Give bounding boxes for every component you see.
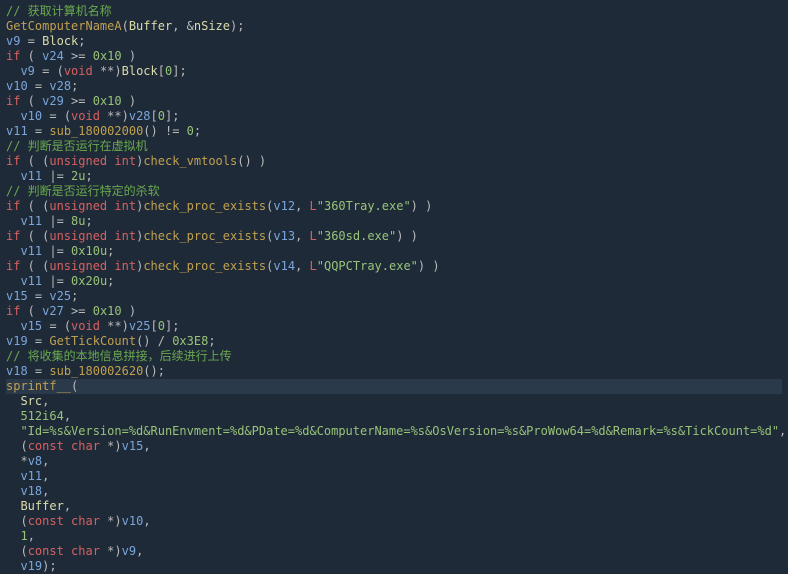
comment-line: // 获取计算机名称 (6, 4, 112, 18)
hex-literal: 0x10 (93, 94, 122, 108)
var-v9: v9 (122, 544, 136, 558)
kw-void: void (71, 109, 100, 123)
var-v10: v10 (20, 109, 42, 123)
var-v19: v19 (6, 334, 28, 348)
kw-char: char (71, 514, 100, 528)
id-nsize: nSize (194, 19, 230, 33)
var-v11: v11 (6, 124, 28, 138)
var-v10: v10 (122, 514, 144, 528)
code-listing: // 获取计算机名称 GetComputerNameA(Buffer, &nSi… (0, 0, 788, 574)
num-literal: 0 (158, 109, 165, 123)
id-block: Block (42, 34, 78, 48)
hex-literal: 0x3E8 (172, 334, 208, 348)
fn-check-vmtools: check_vmtools (143, 154, 237, 168)
fn-sprintf: sprintf__ (6, 379, 71, 393)
fmt-string: "Id=%s&Version=%d&RunEnvment=%d&PDate=%d… (20, 424, 779, 438)
var-v15: v15 (20, 319, 42, 333)
num-literal: 0 (158, 319, 165, 333)
var-v19: v19 (20, 559, 42, 573)
id-block: Block (122, 64, 158, 78)
comment-line: // 将收集的本地信息拼接，后续进行上传 (6, 349, 232, 363)
num-literal: 0 (187, 124, 194, 138)
kw-const: const (28, 439, 64, 453)
var-v27: v27 (42, 304, 64, 318)
kw-void: void (64, 64, 93, 78)
kw-int: int (114, 154, 136, 168)
fn-sub1: sub_180002000 (49, 124, 143, 138)
var-v11: v11 (20, 274, 42, 288)
comment-line: // 判断是否运行特定的杀软 (6, 184, 160, 198)
hex-literal: 0x10u (71, 244, 107, 258)
fn-sub2: sub_180002620 (49, 364, 143, 378)
num-literal: 8u (71, 214, 85, 228)
kw-if: if (6, 229, 20, 243)
id-buffer: Buffer (20, 499, 63, 513)
hex-literal: 0x20u (71, 274, 107, 288)
comment-line: // 判断是否运行在虚拟机 (6, 139, 148, 153)
var-v25: v25 (49, 289, 71, 303)
fn-getcomputernamea: GetComputerNameA (6, 19, 122, 33)
str-literal: "360sd.exe" (317, 229, 396, 243)
var-v9: v9 (20, 64, 34, 78)
kw-if: if (6, 259, 20, 273)
fn-check-proc-exists: check_proc_exists (143, 229, 266, 243)
kw-int: int (114, 199, 136, 213)
kw-if: if (6, 154, 20, 168)
var-v14: v14 (273, 259, 295, 273)
var-v24: v24 (42, 49, 64, 63)
var-v12: v12 (273, 199, 295, 213)
var-v9: v9 (6, 34, 20, 48)
hex-literal: 0x10 (93, 304, 122, 318)
num-literal: 512i64 (20, 409, 63, 423)
id-buffer: Buffer (129, 19, 172, 33)
kw-if: if (6, 304, 20, 318)
var-v29: v29 (42, 94, 64, 108)
kw-if: if (6, 49, 20, 63)
var-v18: v18 (20, 484, 42, 498)
var-v11: v11 (20, 244, 42, 258)
var-v10: v10 (6, 79, 28, 93)
kw-int: int (114, 229, 136, 243)
kw-const: const (28, 544, 64, 558)
var-v18: v18 (6, 364, 28, 378)
var-v25: v25 (129, 319, 151, 333)
fn-check-proc-exists: check_proc_exists (143, 199, 266, 213)
kw-if: if (6, 199, 20, 213)
var-v28: v28 (49, 79, 71, 93)
kw-unsigned: unsigned (49, 259, 107, 273)
str-literal: "QQPCTray.exe" (317, 259, 418, 273)
fn-gettickcount: GetTickCount (49, 334, 136, 348)
num-literal: 2u (71, 169, 85, 183)
kw-if: if (6, 94, 20, 108)
str-literal: "360Tray.exe" (317, 199, 411, 213)
kw-void: void (71, 319, 100, 333)
var-v15: v15 (122, 439, 144, 453)
kw-const: const (28, 514, 64, 528)
kw-int: int (114, 259, 136, 273)
var-v13: v13 (273, 229, 295, 243)
var-v11: v11 (20, 469, 42, 483)
var-v15: v15 (6, 289, 28, 303)
str-prefix: L (310, 199, 317, 213)
kw-char: char (71, 439, 100, 453)
num-literal: 1 (20, 529, 27, 543)
var-v8: v8 (28, 454, 42, 468)
fn-check-proc-exists: check_proc_exists (143, 259, 266, 273)
hex-literal: 0x10 (93, 49, 122, 63)
var-v28: v28 (129, 109, 151, 123)
kw-unsigned: unsigned (49, 154, 107, 168)
id-src: Src (20, 394, 42, 408)
kw-unsigned: unsigned (49, 199, 107, 213)
var-v11: v11 (20, 169, 42, 183)
str-prefix: L (310, 259, 317, 273)
str-prefix: L (310, 229, 317, 243)
var-v11: v11 (20, 214, 42, 228)
kw-char: char (71, 544, 100, 558)
kw-unsigned: unsigned (49, 229, 107, 243)
